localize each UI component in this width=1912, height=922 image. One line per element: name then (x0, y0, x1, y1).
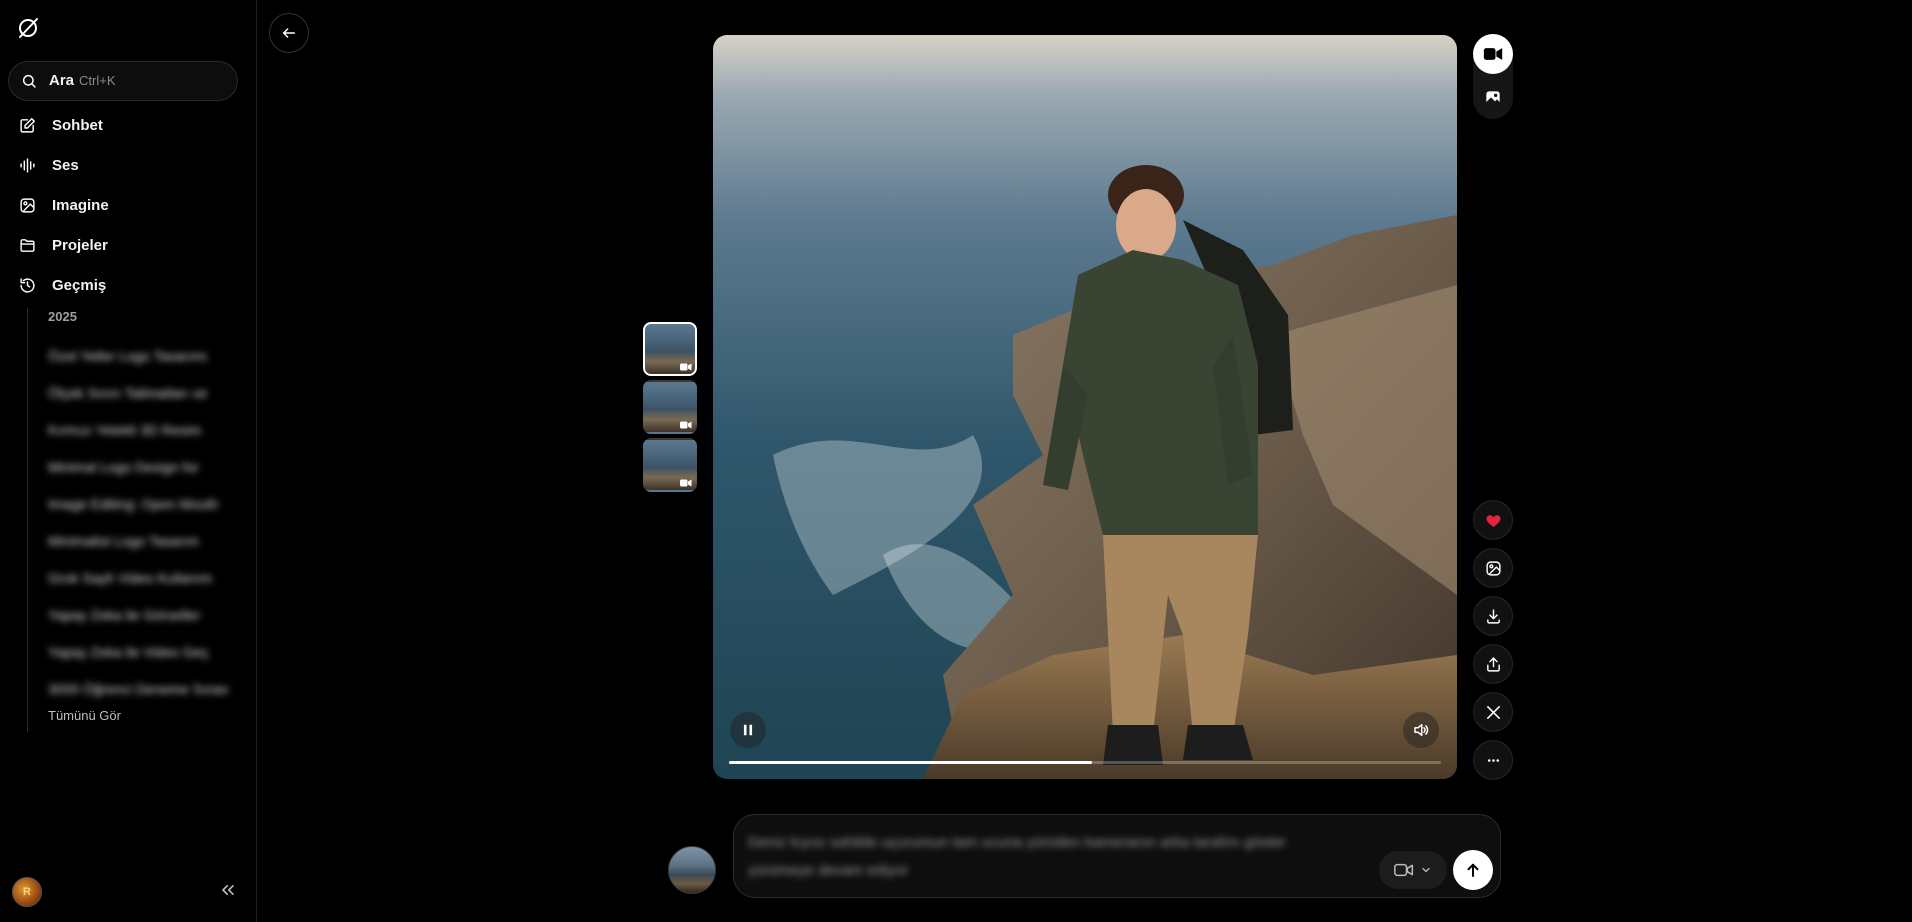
avatar-initials: R (23, 886, 31, 898)
folder-icon (20, 238, 35, 252)
chevron-down-icon (1422, 867, 1430, 873)
image-sparkle-icon (1485, 560, 1501, 576)
history-year: 2025 (48, 309, 77, 324)
heart-icon (1485, 514, 1501, 527)
history-item[interactable]: Grok Sayfı Video Kullanım (48, 560, 228, 597)
edit-image-button[interactable] (1473, 548, 1513, 588)
download-icon (1486, 608, 1500, 624)
sidebar-item-label: Sohbet (52, 116, 103, 134)
media-mode-switch (1473, 34, 1513, 119)
video-frame (713, 35, 1457, 779)
sidebar-item-voice[interactable]: Ses (0, 145, 256, 185)
like-button[interactable] (1473, 500, 1513, 540)
sidebar-item-projects[interactable]: Projeler (0, 225, 256, 265)
video-camera-icon (680, 363, 692, 371)
volume-button[interactable] (1403, 712, 1439, 748)
video-thumbnail[interactable] (643, 380, 697, 434)
history-icon (20, 277, 35, 293)
history-item[interactable]: Yapay Zeka ile Video Geç (48, 634, 228, 671)
history-item[interactable]: 3000 Öğrenci Deneme Sınavı (48, 671, 228, 708)
search-shortcut: Ctrl+K (79, 73, 116, 88)
video-camera-icon (680, 479, 692, 487)
video-progress-bar[interactable] (729, 761, 1441, 764)
history-item[interactable]: Image Editing: Open Mouth (48, 486, 228, 523)
image-sparkle-icon (20, 197, 35, 213)
see-all-link[interactable]: Tümünü Gör (48, 708, 121, 723)
pause-button[interactable] (730, 712, 766, 748)
more-options-button[interactable] (1473, 740, 1513, 780)
x-logo-icon (1486, 705, 1500, 719)
video-player[interactable] (713, 35, 1457, 779)
sidebar-item-history[interactable]: Geçmiş (0, 265, 256, 305)
sidebar-nav: Sohbet Ses Imagine Projeler Geçmiş (0, 105, 256, 305)
image-icon (1486, 91, 1500, 106)
history-item[interactable]: Minimal Logo Design for (48, 449, 228, 486)
generation-mode-select[interactable] (1379, 851, 1447, 889)
search-label: Ara (49, 72, 75, 89)
sidebar-item-label: Ses (52, 156, 79, 174)
prompt-input[interactable]: Deniz kıyısı sahilde uçurumun tam ucuna … (748, 829, 1308, 885)
edit-icon (20, 117, 35, 133)
history-item[interactable]: Minimalist Logo Tasarım (48, 523, 228, 560)
grok-logo-icon[interactable] (16, 16, 40, 40)
prompt-composer[interactable]: Deniz kıyısı sahilde uçurumun tam ucuna … (733, 814, 1501, 898)
video-thumbnail[interactable] (643, 322, 697, 376)
sidebar-item-imagine[interactable]: Imagine (0, 185, 256, 225)
back-button[interactable] (269, 13, 309, 53)
collapse-sidebar-icon[interactable] (218, 880, 238, 900)
sidebar-item-label: Projeler (52, 236, 108, 254)
video-mode-button[interactable] (1473, 34, 1513, 74)
arrow-up-icon (1467, 863, 1479, 877)
share-x-button[interactable] (1473, 692, 1513, 732)
history-item[interactable]: Yapay Zeka ile Görseller (48, 597, 228, 634)
search-input[interactable]: Ara Ctrl+K (8, 61, 238, 101)
history-item[interactable]: Özel Yeller Logo Tasarımı (48, 338, 228, 375)
send-button[interactable] (1453, 850, 1493, 890)
more-horizontal-icon (1487, 758, 1499, 762)
history-item[interactable]: Kırmızı Yelekli 3D Resim (48, 412, 228, 449)
share-icon (1486, 656, 1500, 672)
source-image-thumbnail[interactable] (668, 846, 716, 894)
video-progress-fill (729, 761, 1093, 764)
sidebar-item-label: Imagine (52, 196, 109, 214)
share-button[interactable] (1473, 644, 1513, 684)
sidebar-item-chat[interactable]: Sohbet (0, 105, 256, 145)
variant-thumbnails (643, 322, 697, 496)
volume-icon (1414, 724, 1429, 736)
arrow-left-icon (282, 28, 296, 38)
video-thumbnail[interactable] (643, 438, 697, 492)
video-camera-icon (1483, 48, 1503, 60)
search-icon (22, 74, 36, 88)
download-button[interactable] (1473, 596, 1513, 636)
user-avatar[interactable]: R (12, 877, 42, 907)
sidebar-item-label: Geçmiş (52, 276, 107, 294)
sidebar: Ara Ctrl+K Sohbet Ses Imagine Projeler Ge… (0, 0, 257, 922)
image-mode-button[interactable] (1473, 78, 1513, 118)
video-camera-icon (1394, 863, 1414, 877)
history-item[interactable]: Ölçek Sınırı Talimatları ve (48, 375, 228, 412)
history-list: 2025 Özel Yeller Logo Tasarımı Ölçek Sın… (27, 308, 228, 732)
video-camera-icon (680, 421, 692, 429)
pause-icon (743, 724, 753, 736)
waveform-icon (20, 157, 35, 173)
